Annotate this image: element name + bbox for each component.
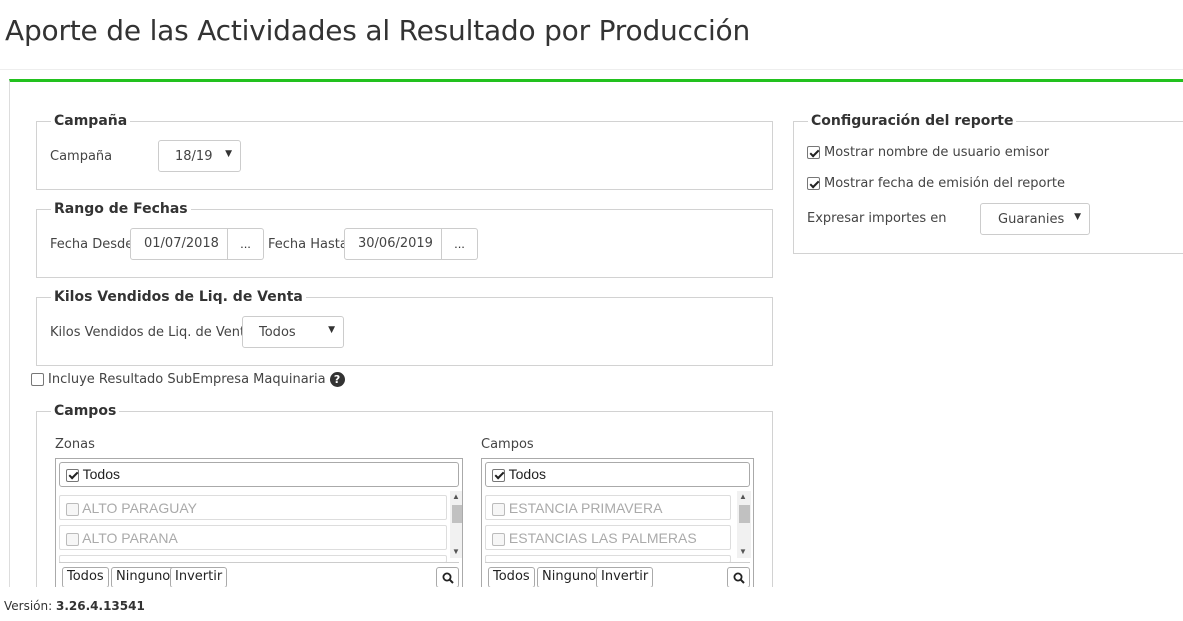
kilos-select-value: Todos — [259, 325, 296, 340]
report-panel: Campaña Campaña 18/19 ▼ Rango de Fechas … — [9, 79, 1183, 587]
chevron-down-icon: ▼ — [1074, 212, 1081, 222]
importes-select-value: Guaranies — [998, 212, 1065, 227]
subempresa-option[interactable]: Incluye Resultado SubEmpresa Maquinaria? — [31, 372, 345, 387]
list-item-checkbox[interactable] — [492, 532, 505, 546]
zonas-todos-button[interactable]: Todos — [62, 567, 109, 587]
list-item[interactable]: ALTO PARAGUAY — [59, 495, 447, 520]
mostrar-fecha-option[interactable]: Mostrar fecha de emisión del reporte — [807, 176, 1065, 191]
kilos-label: Kilos Vendidos de Liq. de Venta — [50, 325, 254, 340]
campana-select-value: 18/19 — [175, 149, 213, 164]
subempresa-checkbox[interactable] — [31, 373, 44, 386]
campos-legend: Campos — [54, 403, 117, 419]
version-footer: Versión: 3.26.4.13541 — [4, 599, 145, 613]
campos-ninguno-button[interactable]: Ninguno — [537, 567, 602, 587]
zonas-title: Zonas — [55, 437, 95, 452]
search-icon — [733, 572, 745, 584]
campana-select[interactable]: 18/19 ▼ — [158, 140, 241, 172]
version-label: Versión: — [4, 599, 53, 613]
scroll-thumb[interactable] — [739, 505, 750, 523]
zonas-list-footer: Todos Ninguno Invertir — [59, 562, 459, 587]
campana-label: Campaña — [50, 149, 113, 164]
list-item-label: ALTO PARANA — [82, 530, 178, 546]
zonas-search-button[interactable] — [436, 567, 459, 587]
campos-list-title: Campos — [481, 437, 534, 452]
importes-select[interactable]: Guaranies ▼ — [980, 203, 1090, 235]
mostrar-fecha-checkbox[interactable] — [807, 177, 820, 190]
fecha-hasta-input[interactable]: 30/06/2019 — [344, 228, 442, 260]
campos-todos-option[interactable]: Todos — [485, 462, 750, 487]
mostrar-fecha-label: Mostrar fecha de emisión del reporte — [824, 176, 1065, 191]
campos-list-footer: Todos Ninguno Invertir — [485, 562, 750, 587]
list-item[interactable]: ESTANCIAS LAS PALMERAS — [485, 525, 731, 550]
campos-todos-button[interactable]: Todos — [488, 567, 535, 587]
mostrar-usuario-option[interactable]: Mostrar nombre de usuario emisor — [807, 145, 1049, 160]
help-icon[interactable]: ? — [329, 372, 345, 387]
campos-todos-checkbox[interactable] — [492, 468, 505, 482]
title-divider — [0, 69, 1183, 70]
campos-invertir-button[interactable]: Invertir — [596, 567, 654, 587]
zonas-scrollbar[interactable]: ▲ ▼ — [450, 491, 462, 558]
configuracion-legend: Configuración del reporte — [811, 113, 1014, 129]
list-item-checkbox[interactable] — [66, 502, 79, 516]
zonas-todos-label: Todos — [82, 466, 120, 482]
fecha-hasta-picker-button[interactable]: ... — [442, 228, 478, 260]
list-item[interactable]: ALTO PARANA — [59, 525, 447, 550]
campana-legend: Campaña — [54, 113, 128, 129]
kilos-legend: Kilos Vendidos de Liq. de Venta — [54, 289, 303, 305]
fecha-desde-input[interactable]: 01/07/2018 — [130, 228, 228, 260]
scroll-up-icon[interactable]: ▲ — [452, 492, 460, 501]
mostrar-usuario-checkbox[interactable] — [807, 146, 820, 159]
campos-scrollbar[interactable]: ▲ ▼ — [737, 491, 751, 558]
chevron-down-icon: ▼ — [225, 149, 232, 159]
version-value: 3.26.4.13541 — [56, 599, 145, 613]
fecha-desde-label: Fecha Desde — [50, 237, 134, 252]
campos-todos-label: Todos — [508, 466, 546, 482]
fecha-hasta-label: Fecha Hasta — [268, 237, 348, 252]
zonas-todos-checkbox[interactable] — [66, 468, 79, 482]
fecha-desde-picker-button[interactable]: ... — [228, 228, 264, 260]
list-item-label: ESTANCIAS LAS PALMERAS — [508, 530, 697, 546]
list-item-checkbox[interactable] — [66, 532, 79, 546]
list-item-label: ALTO PARAGUAY — [82, 500, 198, 516]
list-item-checkbox[interactable] — [492, 502, 505, 516]
kilos-select[interactable]: Todos ▼ — [242, 316, 344, 348]
chevron-down-icon: ▼ — [328, 325, 335, 335]
campos-search-button[interactable] — [727, 567, 750, 587]
zonas-list: Todos ALTO PARAGUAY ALTO PARANA ▲ ▼ Todo… — [55, 458, 463, 587]
list-item[interactable]: ESTANCIA PRIMAVERA — [485, 495, 731, 520]
campana-fieldset: Campaña — [36, 113, 773, 190]
scroll-up-icon[interactable]: ▲ — [739, 492, 747, 501]
zonas-ninguno-button[interactable]: Ninguno — [111, 567, 176, 587]
search-icon — [442, 572, 454, 584]
importes-label: Expresar importes en — [807, 211, 947, 226]
subempresa-label: Incluye Resultado SubEmpresa Maquinaria — [48, 372, 326, 387]
scroll-thumb[interactable] — [452, 505, 462, 523]
campos-list: Todos ESTANCIA PRIMAVERA ESTANCIAS LAS P… — [481, 458, 754, 587]
zonas-todos-option[interactable]: Todos — [59, 462, 459, 487]
zonas-invertir-button[interactable]: Invertir — [170, 567, 228, 587]
rango-fechas-legend: Rango de Fechas — [54, 201, 188, 217]
list-item-label: ESTANCIA PRIMAVERA — [508, 500, 663, 516]
scroll-down-icon[interactable]: ▼ — [452, 547, 460, 556]
mostrar-usuario-label: Mostrar nombre de usuario emisor — [824, 145, 1050, 160]
scroll-down-icon[interactable]: ▼ — [739, 547, 747, 556]
page-title: Aporte de las Actividades al Resultado p… — [5, 14, 751, 47]
